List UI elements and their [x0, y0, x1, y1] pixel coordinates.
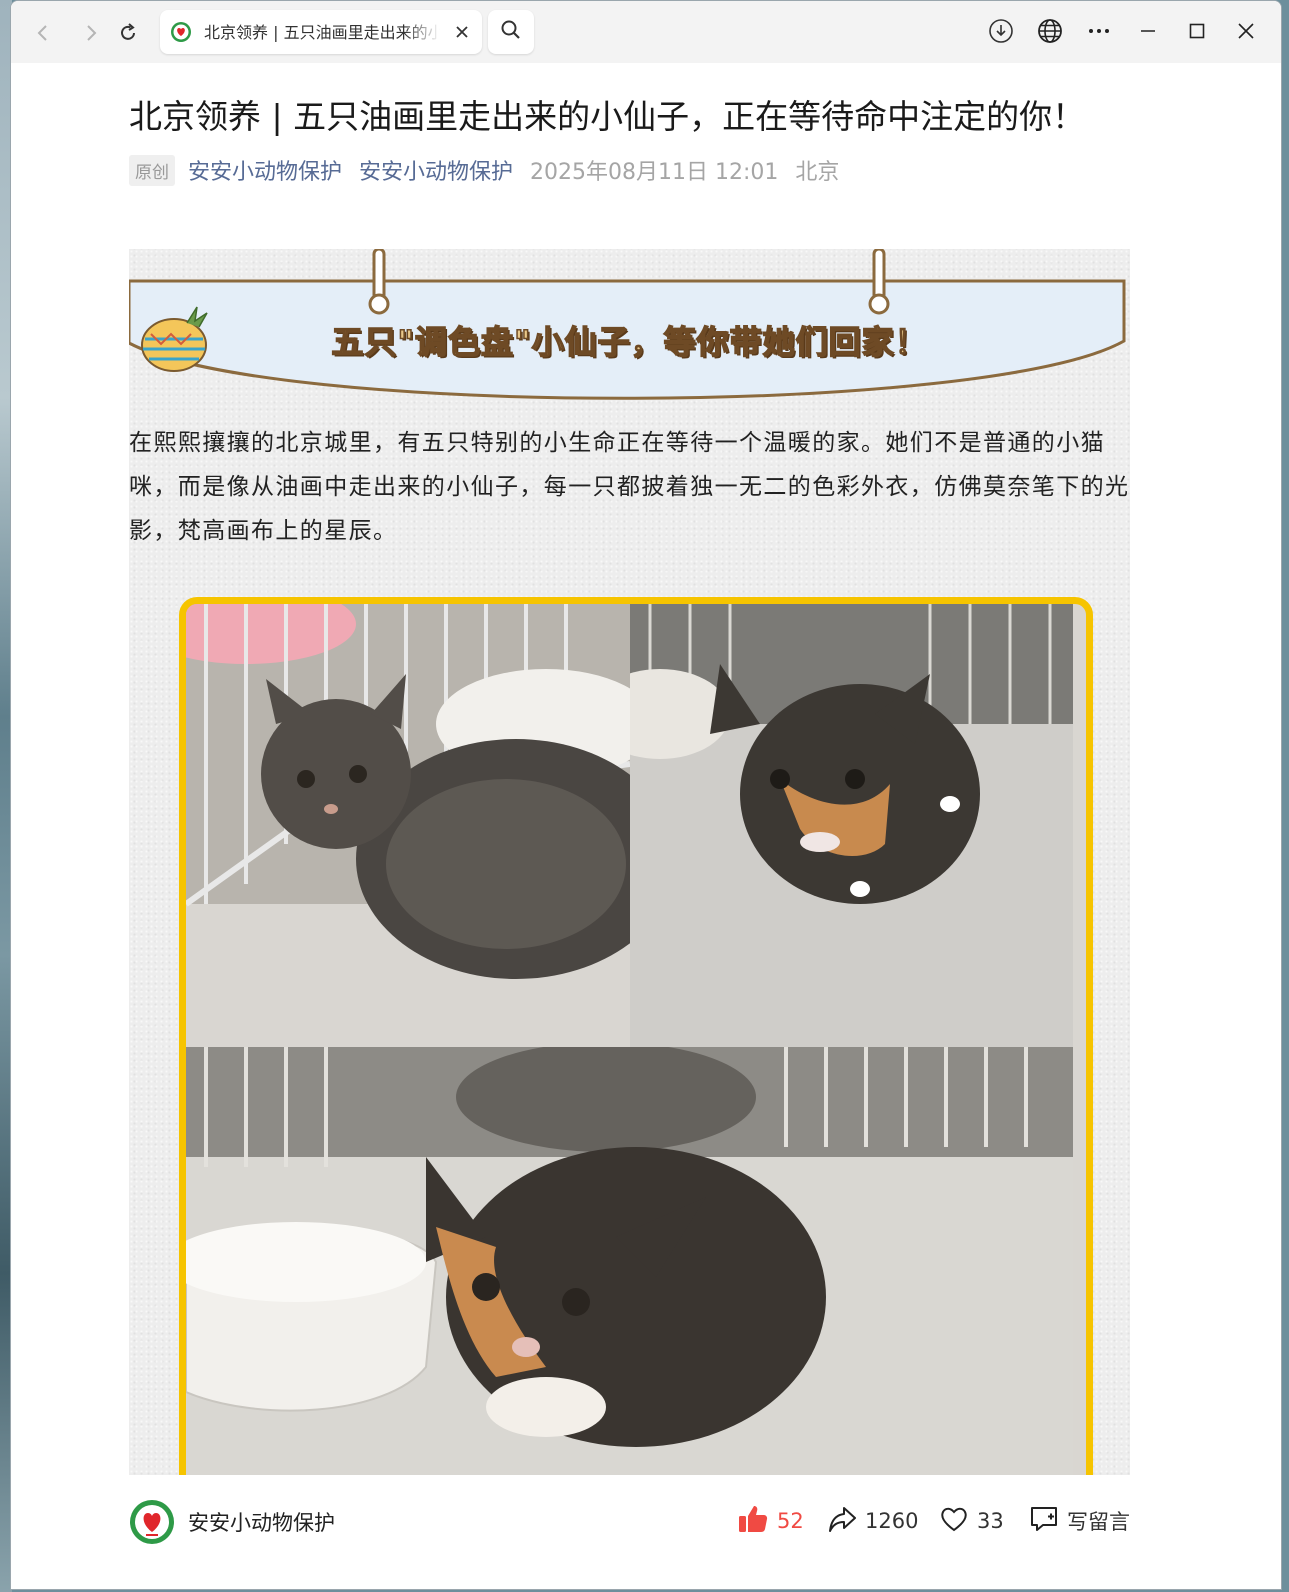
account-logo-icon [170, 21, 192, 43]
publish-date: 2025年08月11日 12:01 [530, 160, 779, 185]
comment-icon [1029, 1504, 1067, 1539]
reload-button[interactable] [110, 15, 146, 51]
minimize-button[interactable] [1130, 15, 1166, 51]
author-link[interactable]: 安安小动物保护 [188, 154, 342, 186]
original-tag: 原创 [129, 154, 175, 186]
comment-button[interactable]: 写留言 [1029, 1503, 1130, 1539]
article-content: 北京领养 | 五只油画里走出来的小仙子，正在等待命中注定的你！ 原创 安安小动物… [11, 63, 1281, 1589]
kitten-photo-collage [179, 597, 1093, 1475]
forward-icon [81, 23, 101, 43]
thumbs-up-icon [737, 1503, 777, 1540]
minimize-icon [1138, 21, 1158, 45]
title-bar: 北京领养 | 五只油画里走出来的小仙子，正在等待命中注定的你！ [11, 1, 1281, 63]
article-title: 北京领养 | 五只油画里走出来的小仙子，正在等待命中注定的你！ [129, 97, 1086, 136]
globe-icon [1037, 18, 1063, 48]
account-link[interactable]: 安安小动物保护 [359, 154, 513, 186]
close-icon[interactable] [452, 22, 472, 42]
like-count: 52 [777, 1509, 804, 1533]
kitten-photo-3 [186, 1047, 1073, 1475]
maximize-icon [1187, 21, 1207, 45]
search-button[interactable] [488, 10, 534, 54]
account-logo-icon[interactable] [129, 1499, 175, 1545]
heart-icon [939, 1504, 977, 1539]
article-meta: 原创 安安小动物保护 安安小动物保护 2025年08月11日 12:01 北京 [129, 154, 840, 186]
active-tab[interactable]: 北京领养 | 五只油画里走出来的小仙子，正在等待命中注定的你！ [160, 10, 482, 54]
share-button[interactable]: 1260 [827, 1503, 918, 1539]
banner-headline: 五只"调色盘"小仙子，等你带她们回家！ [331, 322, 928, 362]
kitten-photo-2 [630, 604, 1073, 1047]
tab-title: 北京领养 | 五只油画里走出来的小仙子，正在等待命中注定的你！ [204, 23, 440, 42]
footer-account-name[interactable]: 安安小动物保护 [188, 1507, 335, 1537]
download-icon [988, 18, 1014, 48]
intro-paragraph: 在熙熙攘攘的北京城里，有五只特别的小生命正在等待一个温暖的家。她们不是普通的小猫… [129, 430, 1130, 544]
kitten-photo-1 [186, 604, 630, 1047]
maximize-button[interactable] [1179, 15, 1215, 51]
like-button[interactable]: 52 [737, 1503, 804, 1539]
language-button[interactable] [1032, 15, 1068, 51]
share-count: 1260 [865, 1509, 919, 1533]
favorite-count: 33 [977, 1509, 1004, 1533]
reload-icon [117, 22, 139, 44]
bottom-action-bar: 安安小动物保护 52 1260 33 写留言 [11, 1475, 1281, 1589]
favorite-button[interactable]: 33 [939, 1503, 1004, 1539]
back-button[interactable] [25, 15, 61, 51]
more-icon [1086, 18, 1112, 48]
forward-button[interactable] [73, 15, 109, 51]
comment-label: 写留言 [1067, 1510, 1130, 1534]
publish-location: 北京 [795, 160, 840, 185]
browser-window: 北京领养 | 五只油画里走出来的小仙子，正在等待命中注定的你！ [10, 0, 1282, 1590]
window-close-icon [1236, 21, 1256, 45]
share-icon [827, 1504, 865, 1539]
window-close-button[interactable] [1228, 15, 1264, 51]
search-icon [500, 19, 522, 45]
banner: 五只"调色盘"小仙子，等你带她们回家！ [129, 249, 1130, 419]
more-button[interactable] [1081, 15, 1117, 51]
download-button[interactable] [983, 15, 1019, 51]
back-icon [33, 23, 53, 43]
article-body: 五只"调色盘"小仙子，等你带她们回家！ 在熙熙攘攘的北京城里，有五只特别的小生命… [129, 249, 1130, 1475]
